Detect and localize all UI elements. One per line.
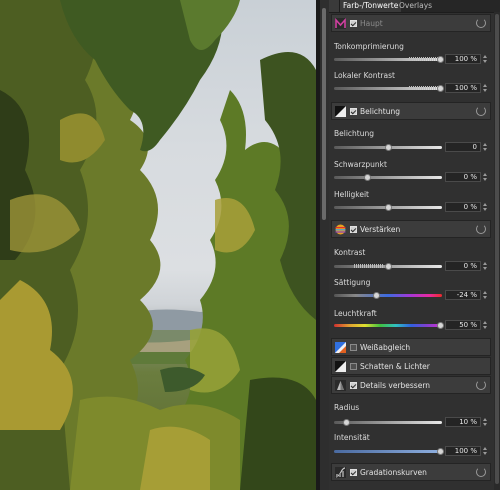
tab-collapse[interactable]: [329, 0, 340, 12]
radius-value[interactable]: 10 %: [445, 417, 481, 427]
adjustments-panel: Farb-/Tonwerte Overlays Haupt Tonkomprim…: [329, 0, 500, 490]
vibrance-icon: [335, 224, 346, 235]
slider-ticks: [409, 57, 439, 61]
section-schatten-lichter[interactable]: Schatten & Lichter: [331, 357, 491, 375]
saettigung-value[interactable]: -24 %: [445, 290, 481, 300]
slider-label: Lokaler Kontrast: [334, 71, 395, 80]
saettigung-thumb[interactable]: [373, 292, 380, 299]
slider-label: Leuchtkraft: [334, 309, 377, 318]
panel-scrollbar[interactable]: [494, 12, 500, 490]
section-title: Verstärken: [360, 225, 401, 234]
belichtung-thumb[interactable]: [385, 144, 392, 151]
section-title: Belichtung: [360, 107, 401, 116]
belichtung-checkbox[interactable]: [350, 108, 357, 115]
leuchtkraft-thumb[interactable]: [437, 322, 444, 329]
reset-icon[interactable]: [476, 224, 486, 234]
reset-icon[interactable]: [476, 18, 486, 28]
section-verstaerken[interactable]: Verstärken: [331, 220, 491, 238]
tonkompression-value[interactable]: 100 %: [445, 54, 481, 64]
schwarzpunkt-value[interactable]: 0 %: [445, 172, 481, 182]
section-gradationskurven[interactable]: Gradationskurven: [331, 463, 491, 481]
stepper-icon[interactable]: [483, 320, 488, 330]
stepper-icon[interactable]: [483, 54, 488, 64]
photo-canvas[interactable]: [0, 0, 316, 490]
leuchtkraft-value[interactable]: 50 %: [445, 320, 481, 330]
stepper-icon[interactable]: [483, 290, 488, 300]
stepper-icon[interactable]: [483, 142, 488, 152]
kontrast-thumb[interactable]: [385, 263, 392, 270]
kontrast-value[interactable]: 0 %: [445, 261, 481, 271]
canvas-scrollbar-thumb[interactable]: [322, 8, 326, 220]
section-title: Haupt: [360, 19, 383, 28]
haupt-checkbox[interactable]: [350, 20, 357, 27]
stepper-icon[interactable]: [483, 417, 488, 427]
slider-ticks: [409, 86, 439, 90]
weissabgleich-checkbox[interactable]: [350, 344, 357, 351]
section-belichtung[interactable]: Belichtung: [331, 102, 491, 120]
section-title: Gradationskurven: [360, 468, 427, 477]
helligkeit-thumb[interactable]: [385, 204, 392, 211]
section-weissabgleich[interactable]: Weißabgleich: [331, 338, 491, 356]
section-title: Weißabgleich: [360, 343, 411, 352]
intensitaet-thumb[interactable]: [437, 448, 444, 455]
stepper-icon[interactable]: [483, 446, 488, 456]
slider-label: Radius: [334, 403, 360, 412]
slider-label: Sättigung: [334, 278, 371, 287]
details-checkbox[interactable]: [350, 382, 357, 389]
lokaler-kontrast-value[interactable]: 100 %: [445, 83, 481, 93]
stepper-icon[interactable]: [483, 261, 488, 271]
section-title: Details verbessern: [360, 381, 431, 390]
slider-ticks: [354, 264, 384, 268]
landscape-photo: [0, 0, 316, 490]
section-details-verbessern[interactable]: Details verbessern: [331, 376, 491, 394]
curves-icon: [335, 467, 346, 478]
details-icon: [335, 380, 346, 391]
reset-icon[interactable]: [476, 106, 486, 116]
stepper-icon[interactable]: [483, 172, 488, 182]
stepper-icon[interactable]: [483, 202, 488, 212]
schatten-lichter-checkbox[interactable]: [350, 363, 357, 370]
leuchtkraft-slider[interactable]: [334, 324, 442, 327]
lokaler-kontrast-thumb[interactable]: [437, 85, 444, 92]
schwarzpunkt-thumb[interactable]: [364, 174, 371, 181]
slider-label: Kontrast: [334, 248, 366, 257]
tonkompression-thumb[interactable]: [437, 56, 444, 63]
slider-label: Tonkomprimierung: [334, 42, 404, 51]
belichtung-value[interactable]: 0: [445, 142, 481, 152]
reset-icon[interactable]: [476, 467, 486, 477]
white-balance-icon: [335, 342, 346, 353]
radius-thumb[interactable]: [343, 419, 350, 426]
canvas-scrollbar[interactable]: [320, 0, 329, 490]
slider-label: Schwarzpunkt: [334, 160, 387, 169]
verstaerken-checkbox[interactable]: [350, 226, 357, 233]
helligkeit-value[interactable]: 0 %: [445, 202, 481, 212]
shadows-highlights-icon: [335, 361, 346, 372]
schwarzpunkt-slider[interactable]: [334, 176, 442, 179]
panel-scrollbar-thumb[interactable]: [495, 14, 499, 484]
gradationskurven-checkbox[interactable]: [350, 469, 357, 476]
slider-label: Intensität: [334, 433, 370, 442]
section-title: Schatten & Lichter: [360, 362, 430, 371]
section-haupt[interactable]: Haupt: [331, 14, 491, 32]
intensitaet-value[interactable]: 100 %: [445, 446, 481, 456]
stepper-icon[interactable]: [483, 83, 488, 93]
slider-label: Belichtung: [334, 129, 375, 138]
slider-label: Helligkeit: [334, 190, 369, 199]
saettigung-slider[interactable]: [334, 294, 442, 297]
haupt-icon: [335, 18, 346, 29]
tab-farb-tonwerte[interactable]: Farb-/Tonwerte: [340, 0, 402, 12]
panel-tabs: Farb-/Tonwerte Overlays: [329, 0, 500, 13]
tab-overlays[interactable]: Overlays: [396, 0, 435, 12]
radius-slider[interactable]: [334, 421, 442, 424]
intensitaet-slider[interactable]: [334, 450, 442, 453]
exposure-icon: [335, 106, 346, 117]
reset-icon[interactable]: [476, 380, 486, 390]
